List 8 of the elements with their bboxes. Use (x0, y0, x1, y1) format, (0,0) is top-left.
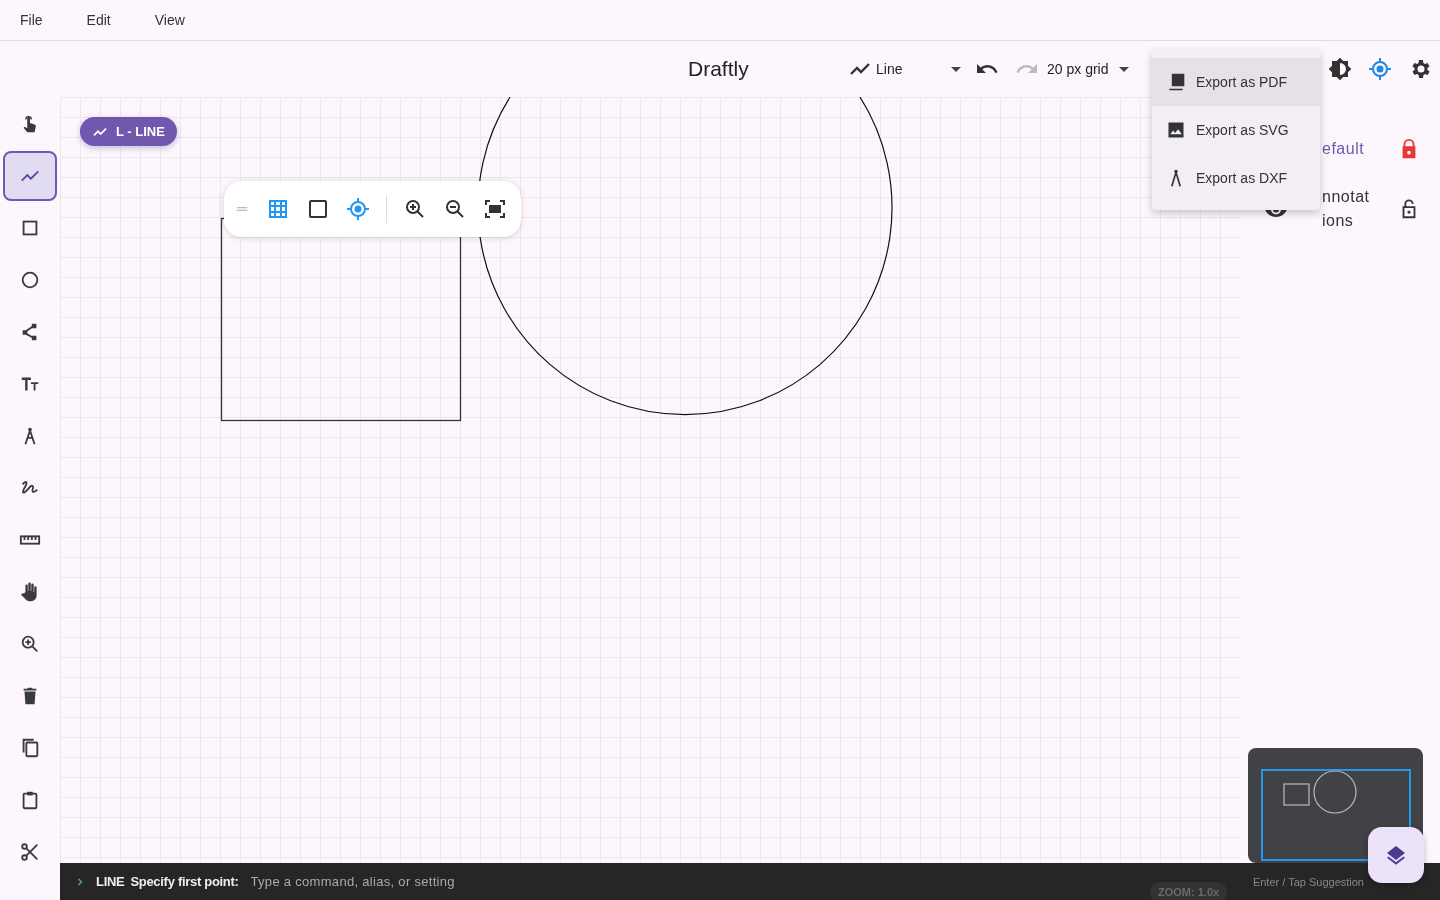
layer-name: efault (1322, 139, 1366, 159)
layer-name: nnotations (1322, 187, 1371, 231)
command-name: LINE (96, 874, 125, 889)
command-prompt: Specify first point: (130, 874, 239, 889)
command-hint: Enter / Tap Suggestion (1252, 875, 1364, 888)
menu-item-label: Export as PDF (1196, 74, 1288, 90)
chip-label: L - LINE (116, 124, 165, 139)
app-title: Draftly (688, 57, 749, 81)
